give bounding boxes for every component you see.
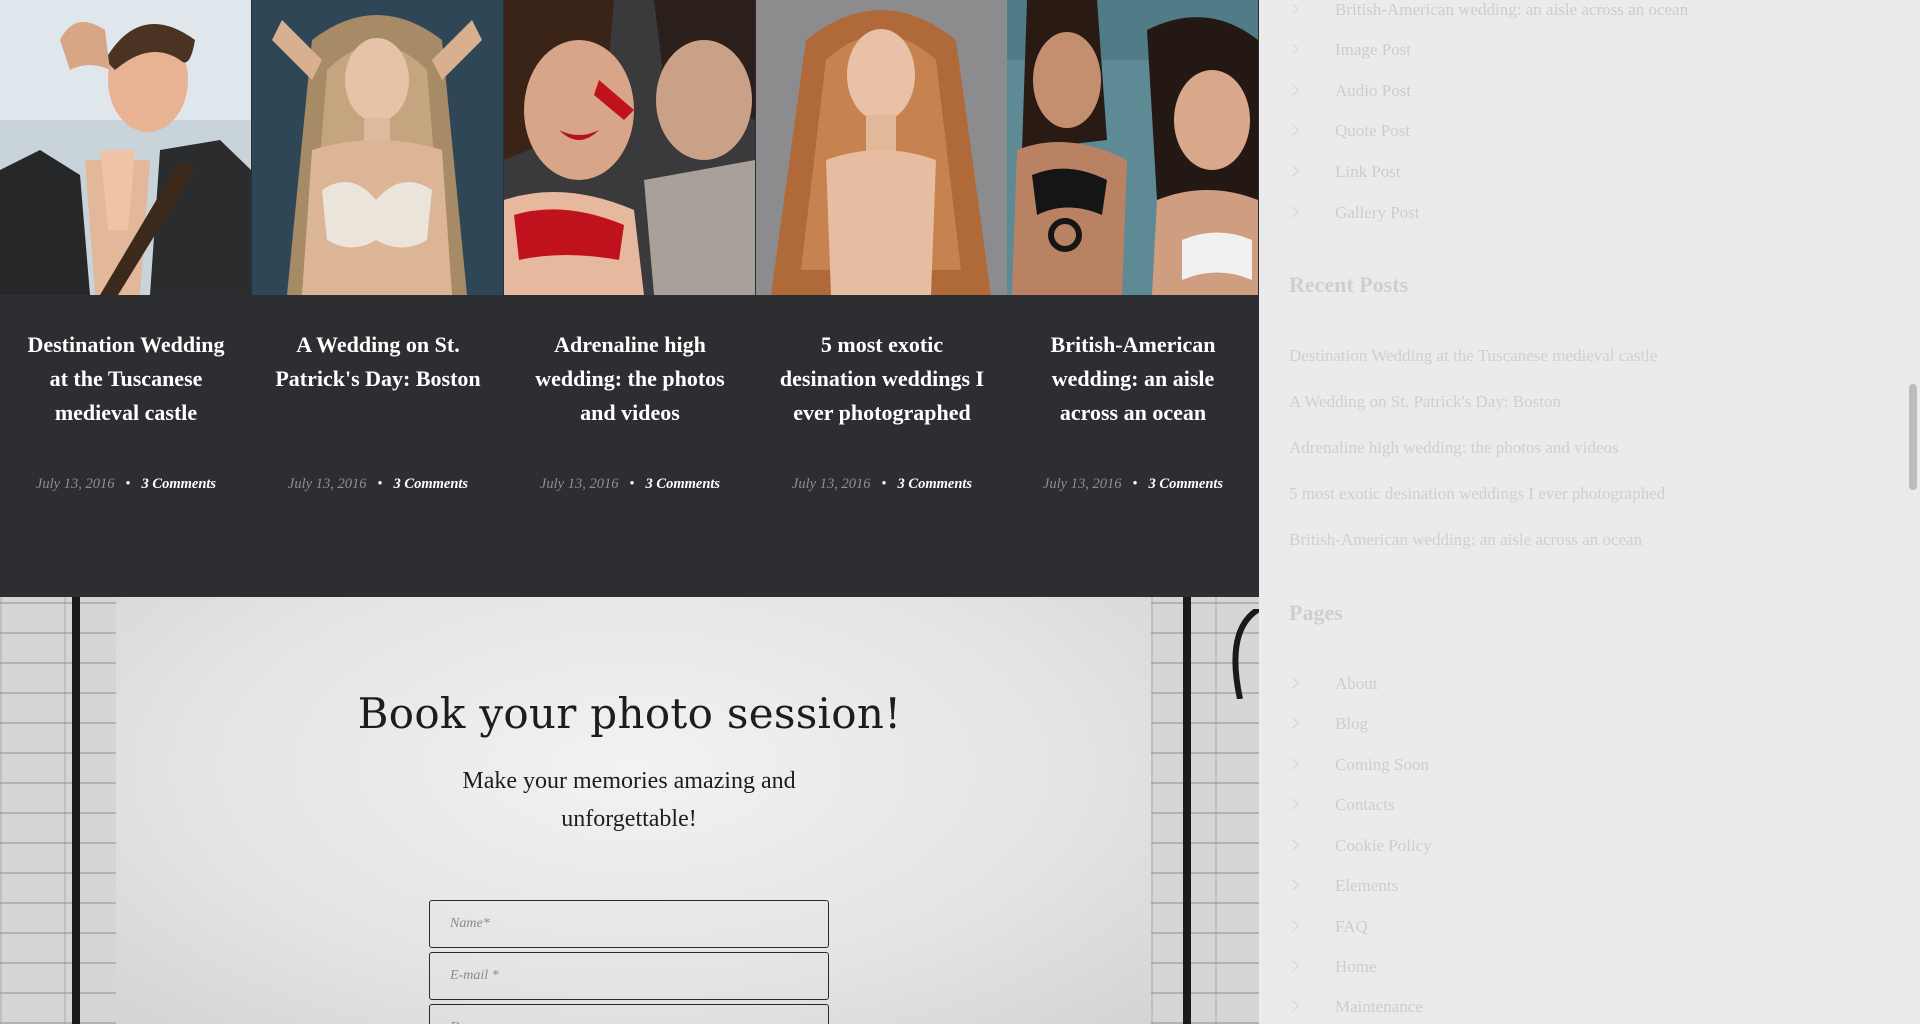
page-label: Home (1335, 957, 1377, 976)
post-card[interactable]: Destination Wedding at the Tuscanese med… (0, 0, 252, 597)
recent-post-link[interactable]: British-American wedding: an aisle acros… (1289, 530, 1642, 550)
light-stand-left (72, 597, 80, 1024)
email-input[interactable] (429, 952, 829, 1000)
post-thumbnail[interactable] (252, 0, 503, 295)
recent-post-link[interactable]: Adrenaline high wedding: the photos and … (1289, 438, 1619, 458)
post-title[interactable]: Destination Wedding at the Tuscanese med… (18, 328, 234, 430)
booking-subtitle: Make your memories amazing and unforgett… (462, 768, 796, 832)
post-meta: July 13, 2016 • 3 Comments (756, 476, 1008, 493)
sidebar: British-American wedding: an aisle acros… (1259, 0, 1920, 1024)
chevron-right-icon (1287, 84, 1299, 96)
page-label: Coming Soon (1335, 755, 1429, 774)
studio-light-icon (1232, 609, 1259, 699)
post-date: July 13, 2016 (1042, 476, 1122, 492)
post-thumbnail[interactable] (756, 0, 1007, 295)
chevron-right-icon (1287, 798, 1299, 810)
meta-separator: • (377, 476, 383, 492)
name-input[interactable] (429, 900, 829, 948)
post-card[interactable]: A Wedding on St. Patrick's Day: Boston J… (252, 0, 504, 597)
chevron-right-icon (1287, 677, 1299, 689)
page-label: About (1335, 674, 1378, 693)
post-date: July 13, 2016 (35, 476, 115, 492)
post-thumbnail[interactable] (1007, 0, 1258, 295)
post-meta: July 13, 2016 • 3 Comments (0, 476, 252, 493)
recent-post-link[interactable]: Destination Wedding at the Tuscanese med… (1289, 346, 1657, 366)
third-input[interactable] (429, 1004, 829, 1024)
category-label: Gallery Post (1335, 203, 1420, 222)
post-comments-link[interactable]: 3 Comments (898, 476, 973, 492)
post-card[interactable]: Adrenaline high wedding: the photos and … (504, 0, 756, 597)
meta-separator: • (629, 476, 635, 492)
main-content: Destination Wedding at the Tuscanese med… (0, 0, 1259, 1024)
post-title[interactable]: 5 most exotic desination weddings I ever… (774, 328, 990, 430)
category-label: Audio Post (1335, 81, 1412, 100)
booking-section: Book your photo session! Make your memor… (0, 597, 1259, 1024)
post-thumbnail[interactable] (0, 0, 251, 295)
post-title[interactable]: A Wedding on St. Patrick's Day: Boston (270, 328, 486, 396)
scrollbar[interactable] (1905, 0, 1920, 1024)
chevron-right-icon (1287, 758, 1299, 770)
page-label: Maintenance (1335, 997, 1423, 1016)
page-label: Cookie Policy (1335, 836, 1432, 855)
page-label: FAQ (1335, 917, 1368, 936)
meta-separator: • (125, 476, 131, 492)
chevron-right-icon (1287, 839, 1299, 851)
page-label: Blog (1335, 714, 1369, 733)
booking-title: Book your photo session! (357, 689, 902, 738)
recent-post-link[interactable]: 5 most exotic desination weddings I ever… (1289, 484, 1665, 504)
page-label: Contacts (1335, 795, 1395, 814)
chevron-right-icon (1287, 124, 1299, 136)
recent-posts-title: Recent Posts (1289, 272, 1409, 297)
brick-wall-left (0, 597, 116, 1024)
scrollbar-thumb[interactable] (1909, 384, 1917, 490)
post-date: July 13, 2016 (287, 476, 367, 492)
meta-separator: • (881, 476, 887, 492)
meta-separator: • (1132, 476, 1138, 492)
pages-title: Pages (1289, 600, 1343, 625)
category-label: Image Post (1335, 40, 1412, 59)
chevron-right-icon (1287, 1000, 1299, 1012)
post-meta: July 13, 2016 • 3 Comments (504, 476, 756, 493)
post-date: July 13, 2016 (539, 476, 619, 492)
chevron-right-icon (1287, 920, 1299, 932)
chevron-right-icon (1287, 3, 1299, 15)
category-label: Link Post (1335, 162, 1401, 181)
related-posts-strip: Destination Wedding at the Tuscanese med… (0, 0, 1259, 597)
post-comments-link[interactable]: 3 Comments (142, 476, 217, 492)
post-comments-link[interactable]: 3 Comments (394, 476, 469, 492)
page-label: Elements (1335, 876, 1399, 895)
chevron-right-icon (1287, 43, 1299, 55)
post-thumbnail[interactable] (504, 0, 755, 295)
post-card[interactable]: British-American wedding: an aisle acros… (1007, 0, 1259, 597)
chevron-right-icon (1287, 206, 1299, 218)
category-label: Quote Post (1335, 121, 1411, 140)
post-title[interactable]: Adrenaline high wedding: the photos and … (522, 328, 738, 430)
chevron-right-icon (1287, 717, 1299, 729)
post-comments-link[interactable]: 3 Comments (646, 476, 721, 492)
post-meta: July 13, 2016 • 3 Comments (1007, 476, 1259, 493)
post-meta: July 13, 2016 • 3 Comments (252, 476, 504, 493)
chevron-right-icon (1287, 960, 1299, 972)
recent-post-link[interactable]: A Wedding on St. Patrick's Day: Boston (1289, 392, 1561, 412)
light-stand-right (1183, 597, 1191, 1024)
chevron-right-icon (1287, 165, 1299, 177)
post-comments-link[interactable]: 3 Comments (1149, 476, 1224, 492)
category-label: British-American wedding: an aisle acros… (1335, 0, 1689, 19)
chevron-right-icon (1287, 879, 1299, 891)
post-title[interactable]: British-American wedding: an aisle acros… (1025, 328, 1241, 430)
post-card[interactable]: 5 most exotic desination weddings I ever… (756, 0, 1008, 597)
post-date: July 13, 2016 (791, 476, 871, 492)
